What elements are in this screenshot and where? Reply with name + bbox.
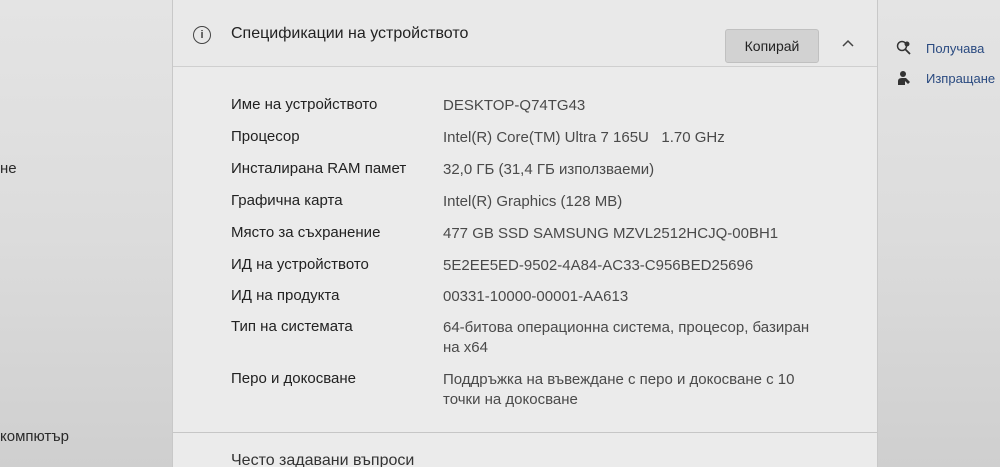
- spec-label: Инсталирана RAM памет: [231, 160, 407, 177]
- spec-label: Място за съхранение: [231, 224, 381, 241]
- copy-button[interactable]: Копирай: [725, 29, 819, 63]
- send-feedback-link[interactable]: Изпращане: [896, 70, 995, 86]
- left-nav-text[interactable]: не: [0, 160, 17, 177]
- spec-label: Графична карта: [231, 192, 343, 209]
- chevron-up-icon[interactable]: [841, 36, 855, 50]
- send-feedback-label: Изпращане: [926, 70, 996, 86]
- get-help-link[interactable]: Получава: [896, 40, 984, 56]
- help-chat-icon: [896, 40, 911, 55]
- info-icon: i: [193, 26, 211, 44]
- feedback-icon: [898, 71, 910, 85]
- spec-value: DESKTOP-Q74TG43: [443, 97, 586, 114]
- left-navigation: не компютър: [0, 0, 172, 467]
- card-title: Спецификации на устройството: [231, 25, 469, 42]
- device-specs-card: i Спецификации на устройството Копирай И…: [172, 0, 878, 467]
- card-header[interactable]: i Спецификации на устройството Копирай: [173, 0, 877, 67]
- spec-value: 32,0 ГБ (31,4 ГБ използваеми): [443, 161, 655, 178]
- spec-value: Intel(R) Graphics (128 MB): [443, 193, 623, 210]
- spec-value: 64-битова операционна система, процесор,…: [443, 319, 810, 356]
- faq-heading[interactable]: Често задавани въпроси: [231, 452, 414, 467]
- spec-value: 477 GB SSD SAMSUNG MZVL2512HCJQ-00BH1: [443, 225, 779, 242]
- spec-value: 00331-10000-00001-AA613: [443, 288, 629, 305]
- spec-label: ИД на устройството: [231, 256, 369, 273]
- spec-label: Перо и докосване: [231, 370, 356, 387]
- spec-value: Поддръжка на въвеждане с перо и докосван…: [443, 371, 795, 408]
- spec-label: Тип на системата: [231, 318, 353, 335]
- left-nav-text[interactable]: компютър: [0, 428, 69, 445]
- spec-value: 5E2EE5ED-9502-4A84-AC33-C956BED25696: [443, 257, 754, 274]
- spec-label: ИД на продукта: [231, 287, 340, 304]
- get-help-label: Получава: [926, 40, 985, 56]
- settings-window: не компютър i Спецификации на устройство…: [0, 0, 1000, 467]
- divider: [173, 432, 877, 433]
- spec-label: Процесор: [231, 128, 300, 145]
- spec-value: Intel(R) Core(TM) Ultra 7 165U 1.70 GHz: [443, 129, 725, 146]
- spec-label: Име на устройството: [231, 96, 378, 113]
